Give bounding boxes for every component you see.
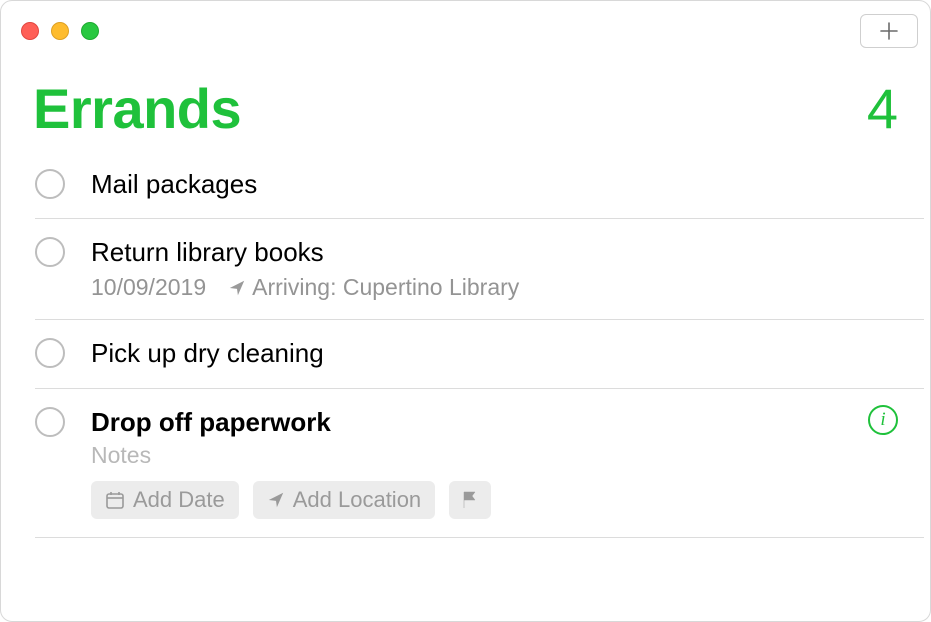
reminder-title[interactable]: Drop off paperwork xyxy=(91,407,894,438)
complete-toggle[interactable] xyxy=(35,407,65,437)
complete-toggle[interactable] xyxy=(35,169,65,199)
reminders-window: Errands 4 Mail packages Return library b… xyxy=(0,0,931,622)
titlebar xyxy=(1,1,930,51)
plus-icon xyxy=(879,21,899,41)
window-close-button[interactable] xyxy=(21,22,39,40)
calendar-icon xyxy=(105,490,125,510)
location-arrow-icon xyxy=(228,279,246,297)
complete-toggle[interactable] xyxy=(35,237,65,267)
list-title: Errands xyxy=(33,81,241,137)
add-reminder-button[interactable] xyxy=(860,14,918,48)
reminder-list: Mail packages Return library books 10/09… xyxy=(1,151,930,538)
window-minimize-button[interactable] xyxy=(51,22,69,40)
list-header: Errands 4 xyxy=(1,51,930,151)
quick-actions: Add Date Add Location xyxy=(91,481,894,519)
add-location-chip[interactable]: Add Location xyxy=(253,481,435,519)
reminder-item-selected[interactable]: Drop off paperwork Notes Add Date Add Lo… xyxy=(35,389,924,538)
info-button[interactable]: i xyxy=(868,405,898,435)
notes-field[interactable]: Notes xyxy=(91,442,894,469)
reminder-location: Arriving: Cupertino Library xyxy=(228,274,519,301)
reminder-body: Mail packages xyxy=(91,169,924,200)
reminder-item[interactable]: Mail packages xyxy=(35,151,924,219)
reminder-body: Pick up dry cleaning xyxy=(91,338,924,369)
add-location-label: Add Location xyxy=(293,487,421,513)
complete-toggle[interactable] xyxy=(35,338,65,368)
flag-chip[interactable] xyxy=(449,481,491,519)
reminder-body: Drop off paperwork Notes Add Date Add Lo… xyxy=(91,407,924,519)
reminder-title[interactable]: Mail packages xyxy=(91,169,894,200)
window-controls xyxy=(21,22,99,40)
flag-icon xyxy=(461,490,479,510)
add-date-chip[interactable]: Add Date xyxy=(91,481,239,519)
reminder-item[interactable]: Return library books 10/09/2019 Arriving… xyxy=(35,219,924,320)
window-zoom-button[interactable] xyxy=(81,22,99,40)
reminder-title[interactable]: Return library books xyxy=(91,237,894,268)
reminder-date: 10/09/2019 xyxy=(91,274,206,301)
add-date-label: Add Date xyxy=(133,487,225,513)
reminder-location-label: Arriving: Cupertino Library xyxy=(252,274,519,301)
info-icon: i xyxy=(880,409,885,431)
reminder-body: Return library books 10/09/2019 Arriving… xyxy=(91,237,924,301)
reminder-meta: 10/09/2019 Arriving: Cupertino Library xyxy=(91,274,894,301)
list-count: 4 xyxy=(867,81,898,137)
location-arrow-icon xyxy=(267,491,285,509)
reminder-item[interactable]: Pick up dry cleaning xyxy=(35,320,924,388)
reminder-title[interactable]: Pick up dry cleaning xyxy=(91,338,894,369)
